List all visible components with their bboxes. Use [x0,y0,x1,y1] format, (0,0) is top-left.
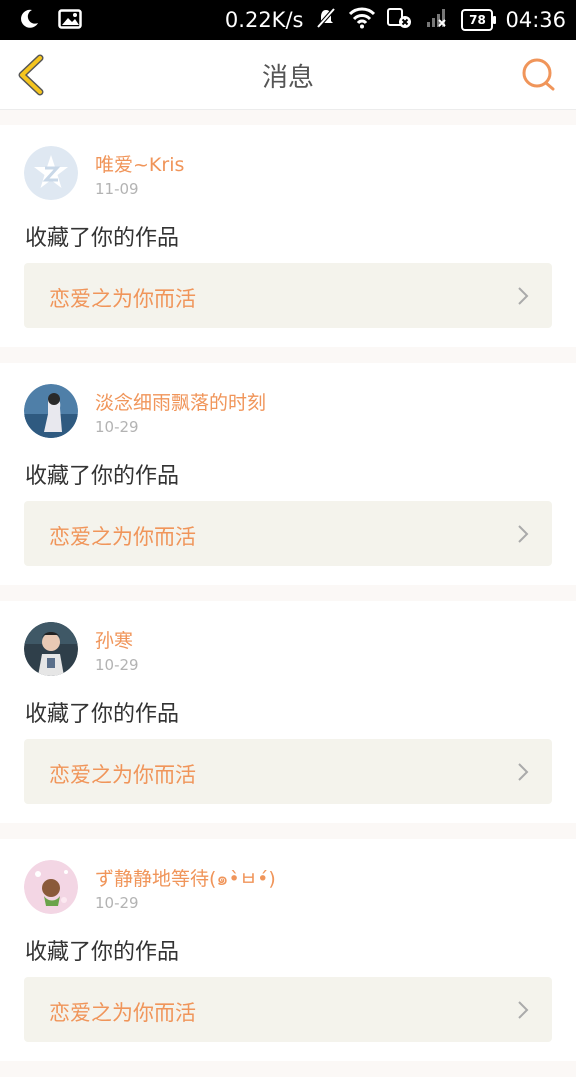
work-title: 恋爱之为你而活 [49,525,196,549]
moon-icon [18,8,40,34]
message-action: 收藏了你的作品 [25,940,180,965]
message-card: 唯爱~Kris 11-09 收藏了你的作品 恋爱之为你而活 [0,125,576,347]
search-icon [522,58,555,91]
chevron-right-icon [518,525,529,543]
chevron-right-icon [518,1001,529,1019]
user-name[interactable]: 淡念细雨飘落的时刻 [95,388,266,415]
search-button[interactable] [520,56,558,94]
avatar[interactable] [24,384,78,438]
wifi-icon [349,7,376,33]
signal-icon [425,7,449,33]
avatar[interactable] [24,146,78,200]
work-link[interactable]: 恋爱之为你而活 [24,501,552,566]
chevron-right-icon [518,287,529,305]
header-bar: 消息 [0,40,576,110]
message-action: 收藏了你的作品 [25,226,180,251]
message-date: 10-29 [95,418,139,436]
image-icon [58,8,82,34]
user-name[interactable]: 孙寒 [95,626,133,653]
user-name[interactable]: 唯爱~Kris [95,150,184,177]
work-title: 恋爱之为你而活 [49,1001,196,1025]
mute-icon [315,7,337,33]
user-name[interactable]: ず静静地等待(๑•̀ㅂ•́) [95,864,276,894]
message-card: 孙寒 10-29 收藏了你的作品 恋爱之为你而活 [0,601,576,823]
message-date: 10-29 [95,894,139,912]
message-card: 淡念细雨飘落的时刻 10-29 收藏了你的作品 恋爱之为你而活 [0,363,576,585]
message-date: 11-09 [95,180,139,198]
work-link[interactable]: 恋爱之为你而活 [24,263,552,328]
network-speed: 0.22K/s [224,8,304,32]
message-card: ず静静地等待(๑•̀ㅂ•́) 10-29 收藏了你的作品 恋爱之为你而活 [0,839,576,1061]
sim-icon [387,7,413,33]
avatar[interactable] [24,860,78,914]
message-list: 唯爱~Kris 11-09 收藏了你的作品 恋爱之为你而活 淡念细雨飘落的时刻 … [0,125,576,1077]
avatar[interactable] [24,622,78,676]
status-bar: 0.22K/s 78 04:36 [0,0,576,40]
work-title: 恋爱之为你而活 [49,287,196,311]
battery-icon: 78 [461,9,497,31]
message-date: 10-29 [95,656,139,674]
chevron-right-icon [518,763,529,781]
message-action: 收藏了你的作品 [25,702,180,727]
work-title: 恋爱之为你而活 [49,763,196,787]
status-bar-right: 0.22K/s 78 04:36 [225,0,566,40]
clock: 04:36 [505,8,566,32]
work-link[interactable]: 恋爱之为你而活 [24,977,552,1042]
page-title: 消息 [261,63,314,93]
status-bar-left [18,8,82,34]
work-link[interactable]: 恋爱之为你而活 [24,739,552,804]
message-action: 收藏了你的作品 [25,464,180,489]
